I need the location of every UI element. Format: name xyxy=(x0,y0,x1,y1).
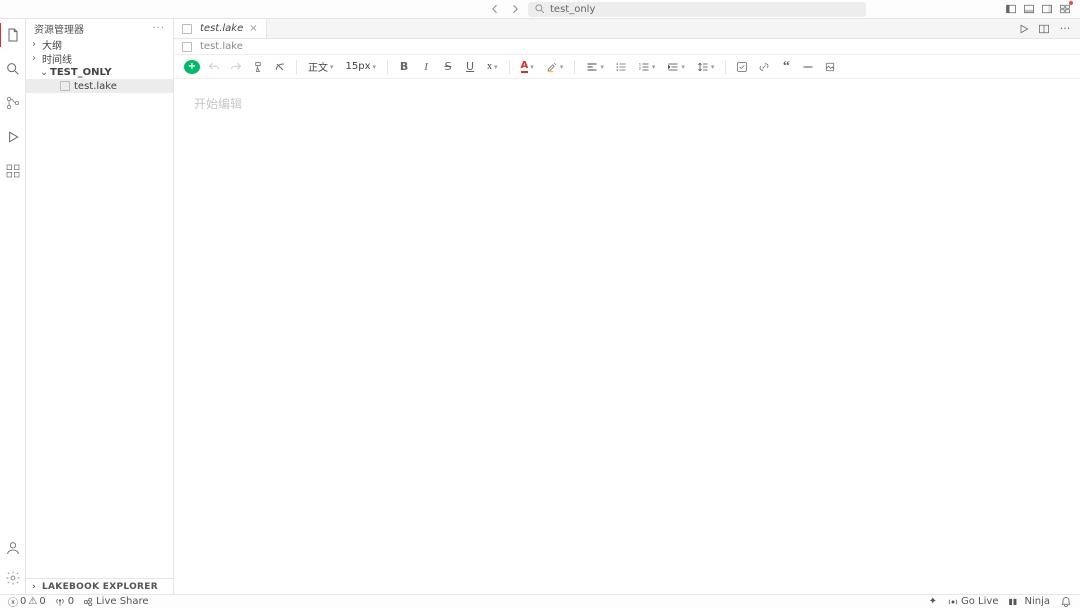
antenna-icon xyxy=(54,596,66,608)
format-painter-button[interactable] xyxy=(250,59,266,75)
title-bar: test_only xyxy=(0,0,1080,19)
timeline-section[interactable]: ›时间线 xyxy=(26,51,173,65)
customize-layout-icon[interactable] xyxy=(1058,2,1072,16)
explorer-activity[interactable] xyxy=(3,25,23,45)
ports-status[interactable]: 0 xyxy=(54,596,74,608)
split-editor-button[interactable] xyxy=(1038,23,1052,35)
file-icon xyxy=(182,24,192,34)
layout-sidebar-right-icon[interactable] xyxy=(1040,2,1054,16)
file-icon xyxy=(60,81,70,91)
problems-status[interactable]: ⓧ0 ⚠0 xyxy=(8,594,46,609)
line-height-dropdown[interactable]: ▾ xyxy=(694,61,718,73)
search-text: test_only xyxy=(550,4,595,15)
folder-section[interactable]: ⌄TEST_ONLY xyxy=(26,65,173,79)
svg-text:2: 2 xyxy=(639,66,642,70)
divider-button[interactable] xyxy=(800,59,816,75)
layout-panel-icon[interactable] xyxy=(1022,2,1036,16)
nav-forward-button[interactable] xyxy=(508,2,522,16)
clear-format-button[interactable] xyxy=(272,59,288,75)
redo-button[interactable] xyxy=(228,59,244,75)
tab-label: test.lake xyxy=(200,23,243,34)
insert-button[interactable]: + xyxy=(184,60,200,74)
notifications-status[interactable] xyxy=(1060,596,1072,608)
sparkle-icon: ✦ xyxy=(929,596,937,607)
undo-button[interactable] xyxy=(206,59,222,75)
broadcast-icon xyxy=(947,596,959,608)
quote-button[interactable]: “ xyxy=(778,59,794,75)
text-color-dropdown[interactable]: A▾ xyxy=(518,60,537,73)
activity-bar xyxy=(0,19,26,594)
bullet-list-button[interactable] xyxy=(613,59,629,75)
font-size-dropdown[interactable]: 15px▾ xyxy=(343,61,380,72)
live-share-icon xyxy=(82,596,94,608)
tab-bar: test.lake × ··· xyxy=(174,19,1080,39)
breadcrumb[interactable]: test.lake xyxy=(174,39,1080,55)
sidebar-title: 资源管理器 xyxy=(34,21,84,36)
nav-back-button[interactable] xyxy=(488,2,502,16)
source-control-activity[interactable] xyxy=(3,93,23,113)
bell-icon xyxy=(1060,596,1072,608)
file-item[interactable]: test.lake xyxy=(26,79,173,93)
highlight-dropdown[interactable]: ▾ xyxy=(543,61,567,73)
italic-button[interactable]: I xyxy=(418,59,434,75)
accounts-activity[interactable] xyxy=(3,538,23,558)
strikethrough-button[interactable]: S xyxy=(440,59,456,75)
align-dropdown[interactable]: ▾ xyxy=(583,61,607,73)
warning-icon: ⚠ xyxy=(28,596,37,607)
go-live-status[interactable]: Go Live xyxy=(947,596,998,608)
lakebook-explorer-section[interactable]: ›LAKEBOOK EXPLORER xyxy=(26,578,173,594)
search-icon xyxy=(534,3,546,15)
ordered-list-dropdown[interactable]: 12▾ xyxy=(635,61,659,73)
explorer-sidebar: 资源管理器 ··· ›大纲 ›时间线 ⌄TEST_ONLY test.lake … xyxy=(26,19,174,594)
status-bar: ⓧ0 ⚠0 0 Live Share ✦ Go Live ▮▮ Ninja xyxy=(0,594,1080,608)
sidebar-more-button[interactable]: ··· xyxy=(152,23,165,34)
live-share-status[interactable]: Live Share xyxy=(82,596,148,608)
layout-sidebar-left-icon[interactable] xyxy=(1004,2,1018,16)
editor-placeholder: 开始编辑 xyxy=(194,95,1060,112)
file-icon xyxy=(182,42,192,52)
more-actions-button[interactable]: ··· xyxy=(1058,22,1072,35)
search-activity[interactable] xyxy=(3,59,23,79)
close-tab-button[interactable]: × xyxy=(249,23,257,34)
settings-activity[interactable] xyxy=(3,568,23,588)
underline-button[interactable]: U xyxy=(462,59,478,75)
editor-tab[interactable]: test.lake × xyxy=(174,19,267,38)
extensions-activity[interactable] xyxy=(3,161,23,181)
editor-area: test.lake × ··· test.lake + 正文▾ 15px▾ xyxy=(174,19,1080,594)
editor-content[interactable]: 开始编辑 xyxy=(174,79,1080,594)
editor-toolbar: + 正文▾ 15px▾ B I S U x▾ A▾ ▾ ▾ 12▾ ▾ ▾ xyxy=(174,55,1080,79)
prettier-status[interactable]: ✦ xyxy=(929,596,937,607)
highlight-icon xyxy=(546,61,558,73)
paragraph-style-dropdown[interactable]: 正文▾ xyxy=(305,59,337,74)
bold-button[interactable]: B xyxy=(396,59,412,75)
ninja-status[interactable]: ▮▮ Ninja xyxy=(1008,596,1050,607)
attachment-button[interactable] xyxy=(822,59,838,75)
outline-section[interactable]: ›大纲 xyxy=(26,37,173,51)
run-button[interactable] xyxy=(1018,23,1032,35)
script-dropdown[interactable]: x▾ xyxy=(484,61,501,72)
link-button[interactable] xyxy=(756,59,772,75)
task-list-button[interactable] xyxy=(734,59,750,75)
run-debug-activity[interactable] xyxy=(3,127,23,147)
error-icon: ⓧ xyxy=(8,594,18,609)
outdent-dropdown[interactable]: ▾ xyxy=(664,61,688,73)
command-search-input[interactable]: test_only xyxy=(528,2,866,17)
